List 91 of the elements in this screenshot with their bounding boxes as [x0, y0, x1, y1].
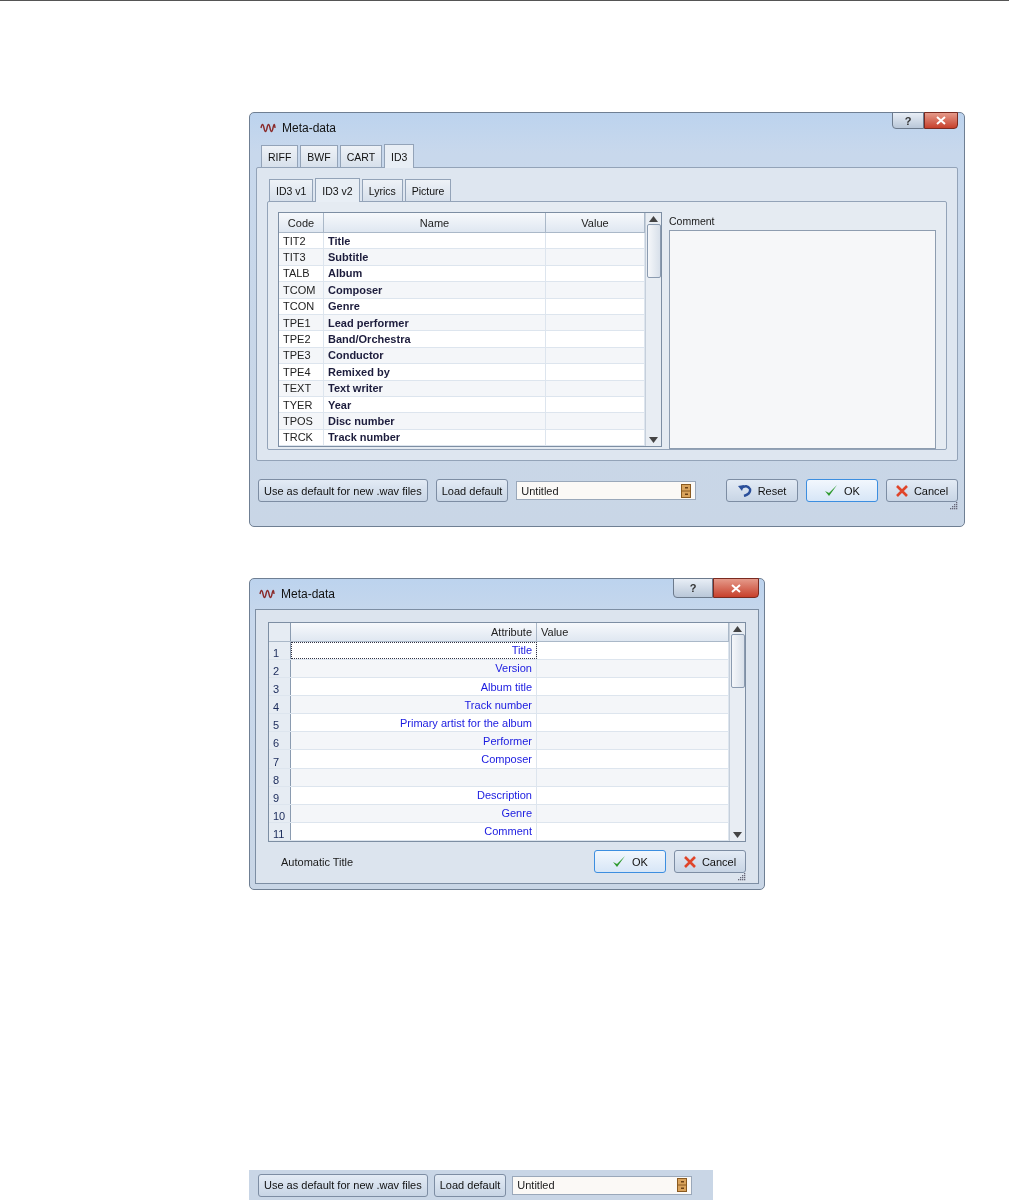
table-cell: TCOM [279, 282, 324, 298]
tab[interactable]: ID3 [384, 144, 415, 168]
table-cell: Composer [291, 750, 537, 768]
table-cell: Title [291, 641, 537, 659]
tab[interactable]: BWF [300, 145, 338, 167]
table-cell: TPOS [279, 413, 324, 429]
column-header[interactable]: Code [279, 213, 324, 232]
table-cell: Composer [324, 282, 546, 298]
table-cell: Text writer [324, 380, 546, 396]
table-cell: TRCK [279, 429, 324, 446]
waveform-icon [259, 587, 275, 601]
status-text: Automatic Title [281, 855, 354, 868]
scrollbar[interactable] [645, 213, 661, 446]
ok-button[interactable]: OK [806, 479, 878, 502]
comment-label: Comment [669, 214, 716, 229]
resize-grip-icon[interactable] [950, 502, 958, 510]
text-button[interactable]: Use as default for new .wav files [258, 1173, 428, 1197]
table-cell: Album [324, 265, 546, 282]
scrollbar-thumb[interactable] [646, 224, 661, 278]
waveform-icon [260, 121, 276, 135]
scroll-down-icon[interactable] [733, 832, 742, 838]
table-cell: TIT3 [279, 249, 324, 265]
text-button[interactable]: Load default [433, 1173, 507, 1197]
table-cell: TEXT [279, 380, 324, 396]
table-cell: Conductor [324, 347, 546, 364]
table-cell: TYER [279, 396, 324, 413]
row-number: 7 [269, 750, 291, 768]
table-cell: Description [291, 786, 537, 804]
scrollbar-thumb[interactable] [730, 634, 745, 688]
table-cell: Track number [324, 429, 546, 446]
table-cell: TPE1 [279, 314, 324, 331]
table-cell: Remixed by [324, 364, 546, 380]
table-cell: Subtitle [324, 249, 546, 265]
text-button[interactable]: Load default [435, 479, 509, 502]
tab[interactable]: RIFF [261, 145, 299, 167]
row-number: 6 [269, 732, 291, 750]
scroll-down-icon[interactable] [649, 437, 658, 443]
cabinet-icon[interactable] [677, 1178, 688, 1192]
table-cell: TPE3 [279, 347, 324, 364]
close-button[interactable] [924, 112, 958, 129]
tab[interactable]: Lyrics [361, 179, 403, 201]
table-cell: Lead performer [324, 314, 546, 331]
help-button[interactable]: ? [892, 112, 924, 129]
table-cell: Performer [291, 732, 537, 750]
close-button[interactable] [713, 578, 759, 598]
table-cell: TCON [279, 298, 324, 314]
table-cell: Genre [324, 298, 546, 314]
table-cell: TPE4 [279, 364, 324, 380]
table-cell: TIT2 [279, 233, 324, 249]
close-icon [683, 855, 696, 868]
preset-field[interactable]: Untitled [512, 1175, 693, 1195]
reset-button[interactable]: Reset [726, 479, 798, 502]
tab[interactable]: Picture [404, 179, 452, 201]
scrollbar[interactable] [729, 623, 745, 841]
cancel-button[interactable]: Cancel [886, 479, 958, 502]
tab[interactable]: ID3 v2 [315, 178, 360, 202]
help-button[interactable]: ? [673, 578, 713, 598]
table-cell: Version [291, 659, 537, 677]
cabinet-icon[interactable] [681, 483, 692, 498]
ok-button[interactable]: OK [594, 850, 666, 873]
comment-field[interactable] [669, 230, 936, 449]
close-icon [895, 484, 908, 497]
table-cell: Genre [291, 804, 537, 822]
table-cell: Band/Orchestra [324, 331, 546, 347]
close-icon [936, 116, 946, 125]
table-cell: Album title [291, 678, 537, 696]
table-cell: TPE2 [279, 331, 324, 347]
table-cell: TALB [279, 265, 324, 282]
scroll-up-icon[interactable] [733, 626, 742, 632]
table-cell: Title [324, 233, 546, 249]
window-title: Meta-data [281, 587, 337, 601]
row-number: 4 [269, 696, 291, 714]
cancel-button[interactable]: Cancel [674, 850, 746, 873]
text-button[interactable]: Use as default for new .wav files [258, 479, 428, 502]
table-cell: Disc number [324, 413, 546, 429]
row-number: 5 [269, 714, 291, 732]
resize-grip-icon[interactable] [738, 873, 746, 881]
column-header[interactable]: Name [324, 213, 546, 232]
row-number: 3 [269, 678, 291, 696]
table-cell: Comment [291, 822, 537, 840]
preset-field[interactable]: Untitled [516, 481, 697, 500]
window-title: Meta-data [282, 121, 338, 135]
close-icon [731, 583, 741, 593]
table-cell: Primary artist for the album [291, 714, 537, 732]
tab[interactable]: CART [339, 145, 383, 167]
scroll-up-icon[interactable] [649, 216, 658, 222]
tab[interactable]: ID3 v1 [269, 179, 314, 201]
undo-icon [737, 484, 752, 497]
column-header[interactable]: Attribute [291, 623, 537, 641]
table-cell: Year [324, 396, 546, 413]
table-cell: Track number [291, 696, 537, 714]
